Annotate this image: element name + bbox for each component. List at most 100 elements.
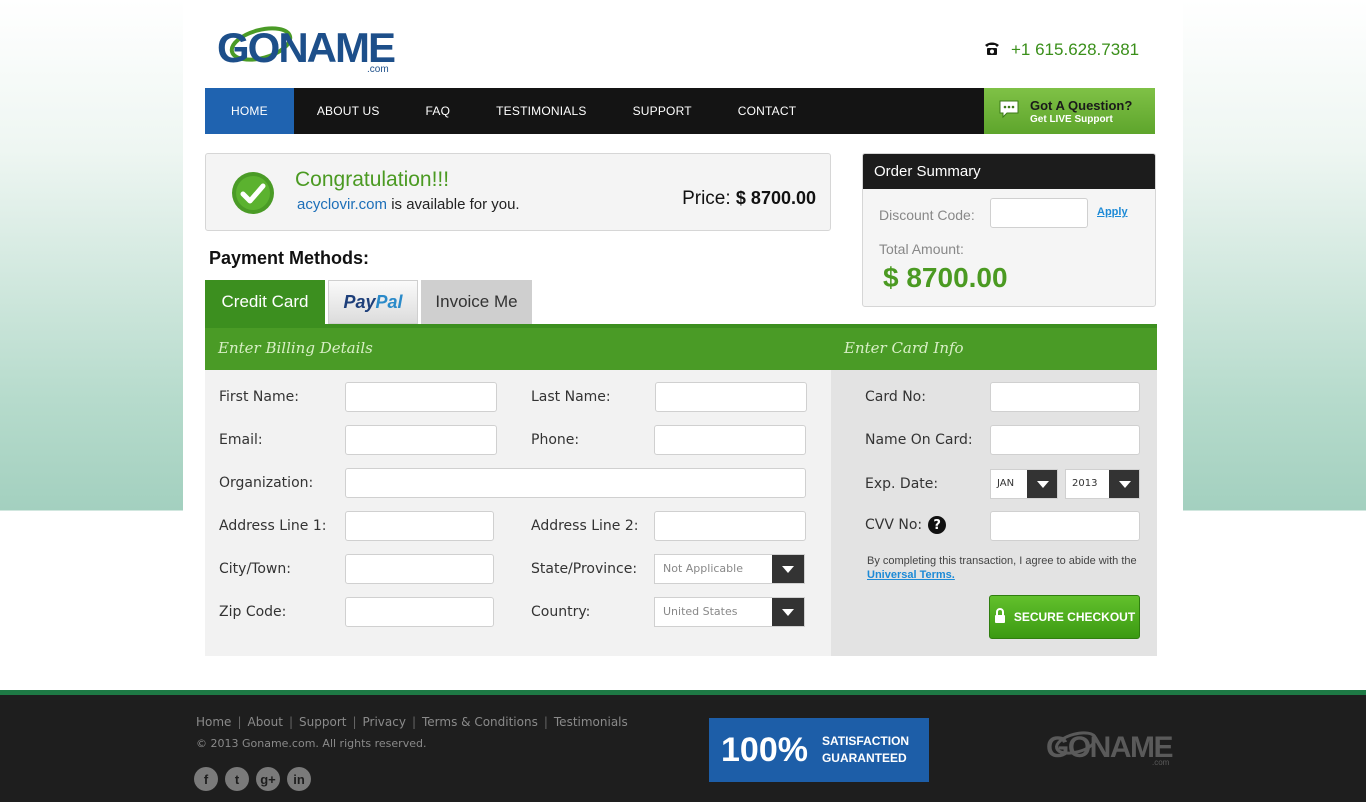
lock-icon [994, 608, 1006, 626]
country-select-value: United States [663, 605, 738, 618]
exp-month-select[interactable]: JAN [990, 469, 1058, 499]
address-line-1-label: Address Line 1: [219, 518, 327, 534]
price-display: Price: $ 8700.00 [682, 188, 816, 210]
organization-label: Organization: [219, 475, 314, 491]
total-amount-label: Total Amount: [879, 241, 964, 257]
terms-text: By completing this transaction, I agree … [867, 555, 1137, 581]
congrats-title: Congratulation!!! [295, 168, 450, 191]
nav-testimonials[interactable]: TESTIMONIALS [473, 88, 609, 134]
state-select[interactable]: Not Applicable [654, 554, 805, 584]
card-info-header: Enter Card Info [844, 339, 964, 357]
tab-credit-card[interactable]: Credit Card [205, 280, 325, 324]
nav-about-us[interactable]: ABOUT US [294, 88, 403, 134]
live-support-button[interactable]: Got A Question? Get LIVE Support [984, 88, 1155, 134]
chat-bubble-icon [998, 99, 1020, 124]
zip-code-label: Zip Code: [219, 604, 287, 620]
total-amount-value: $ 8700.00 [883, 262, 1008, 293]
svg-text:.com: .com [367, 64, 389, 75]
live-support-title: Got A Question? [1030, 97, 1133, 113]
phone-icon [983, 40, 1001, 61]
exp-month-value: JAN [997, 478, 1015, 489]
card-no-input[interactable] [990, 382, 1140, 412]
address-line-2-input[interactable] [654, 511, 806, 541]
checkmark-icon [231, 171, 275, 220]
nav-support[interactable]: SUPPORT [610, 88, 715, 134]
price-label: Price: [682, 188, 731, 209]
linkedin-icon[interactable]: in [287, 767, 311, 791]
social-links: f t g+ in [194, 767, 311, 791]
email-input[interactable] [345, 425, 497, 455]
card-info-form: Card No: Name On Card: Exp. Date: JAN 20… [831, 370, 1157, 656]
secure-checkout-label: SECURE CHECKOUT [1013, 610, 1136, 624]
first-name-input[interactable] [345, 382, 497, 412]
discount-code-input[interactable] [990, 198, 1088, 228]
apply-discount-link[interactable]: Apply [1097, 206, 1128, 218]
tab-invoice-me[interactable]: Invoice Me [421, 280, 532, 324]
phone-number: +1 615.628.7381 [1011, 40, 1140, 59]
universal-terms-link[interactable]: Universal Terms. [867, 569, 955, 581]
cvv-label: CVV No: [865, 517, 923, 533]
billing-form: First Name: Last Name: Email: Phone: Org… [205, 370, 831, 656]
address-line-1-input[interactable] [345, 511, 494, 541]
price-value: $ 8700.00 [735, 188, 816, 208]
state-label: State/Province: [531, 561, 638, 577]
exp-year-value: 2013 [1072, 478, 1098, 489]
card-no-label: Card No: [865, 389, 926, 405]
phone-input[interactable] [654, 425, 806, 455]
footer-logo[interactable]: GONAME .com [1046, 725, 1176, 767]
svg-text:.com: .com [1152, 758, 1170, 767]
exp-date-label: Exp. Date: [865, 476, 939, 492]
footer-link-privacy[interactable]: Privacy [363, 715, 406, 729]
last-name-label: Last Name: [531, 389, 611, 405]
availability-panel: Congratulation!!! acyclovir.com is avail… [205, 153, 831, 231]
tab-paypal[interactable]: Pay Pal [328, 280, 418, 324]
help-icon[interactable]: ? [928, 516, 947, 534]
domain-availability: acyclovir.com is available for you. [297, 196, 520, 213]
secure-checkout-button[interactable]: SECURE CHECKOUT [989, 595, 1140, 639]
footer-link-testimonials[interactable]: Testimonials [554, 715, 628, 729]
zip-code-input[interactable] [345, 597, 494, 627]
city-label: City/Town: [219, 561, 291, 577]
live-support-subtitle: Get LIVE Support [1030, 113, 1113, 125]
city-input[interactable] [345, 554, 494, 584]
organization-input[interactable] [345, 468, 806, 498]
name-on-card-label: Name On Card: [865, 432, 973, 448]
nav-home[interactable]: HOME [205, 88, 294, 134]
badge-percent: 100% [721, 730, 808, 769]
nav-contact[interactable]: CONTACT [715, 88, 820, 134]
badge-line-1: SATISFACTION [821, 734, 910, 748]
paypal-logo-pal: Pal [375, 291, 403, 312]
facebook-icon[interactable]: f [194, 767, 218, 791]
availability-text: is available for you. [391, 196, 520, 213]
satisfaction-badge: 100% SATISFACTION GUARANTEED [709, 718, 929, 782]
nav-faq[interactable]: FAQ [403, 88, 474, 134]
last-name-input[interactable] [655, 382, 807, 412]
order-summary-title: Order Summary [863, 154, 1155, 189]
footer-link-support[interactable]: Support [299, 715, 346, 729]
footer-link-terms[interactable]: Terms & Conditions [422, 715, 538, 729]
twitter-icon[interactable]: t [225, 767, 249, 791]
exp-year-select[interactable]: 2013 [1065, 469, 1140, 499]
chevron-down-icon [772, 555, 804, 583]
country-label: Country: [531, 604, 591, 620]
footer-links: Home | About | Support | Privacy | Terms & C… [196, 715, 628, 729]
name-on-card-input[interactable] [990, 425, 1140, 455]
payment-methods-title: Payment Methods: [209, 248, 370, 268]
chevron-down-icon [1027, 470, 1057, 498]
chevron-down-icon [1109, 470, 1139, 498]
order-summary-panel: Order Summary Discount Code: Apply Total… [862, 153, 1156, 307]
footer-link-about[interactable]: About [247, 715, 282, 729]
footer-link-home[interactable]: Home [196, 715, 231, 729]
cvv-input[interactable] [990, 511, 1140, 541]
footer: Home | About | Support | Privacy | Terms & C… [0, 690, 1366, 802]
phone-contact: +1 615.628.7381 [983, 38, 1153, 62]
country-select[interactable]: United States [654, 597, 805, 627]
email-label: Email: [219, 432, 263, 448]
state-select-value: Not Applicable [663, 562, 743, 575]
main-nav: HOME ABOUT US FAQ TESTIMONIALS SUPPORT C… [205, 88, 1155, 134]
google-plus-icon[interactable]: g+ [256, 767, 280, 791]
page-container: GONAME .com +1 615.628.7381 HOME ABOUT U… [183, 0, 1183, 690]
goname-logo[interactable]: GONAME .com [217, 18, 407, 76]
badge-line-2: GUARANTEED [821, 751, 907, 765]
billing-details-header: Enter Billing Details [218, 339, 373, 357]
